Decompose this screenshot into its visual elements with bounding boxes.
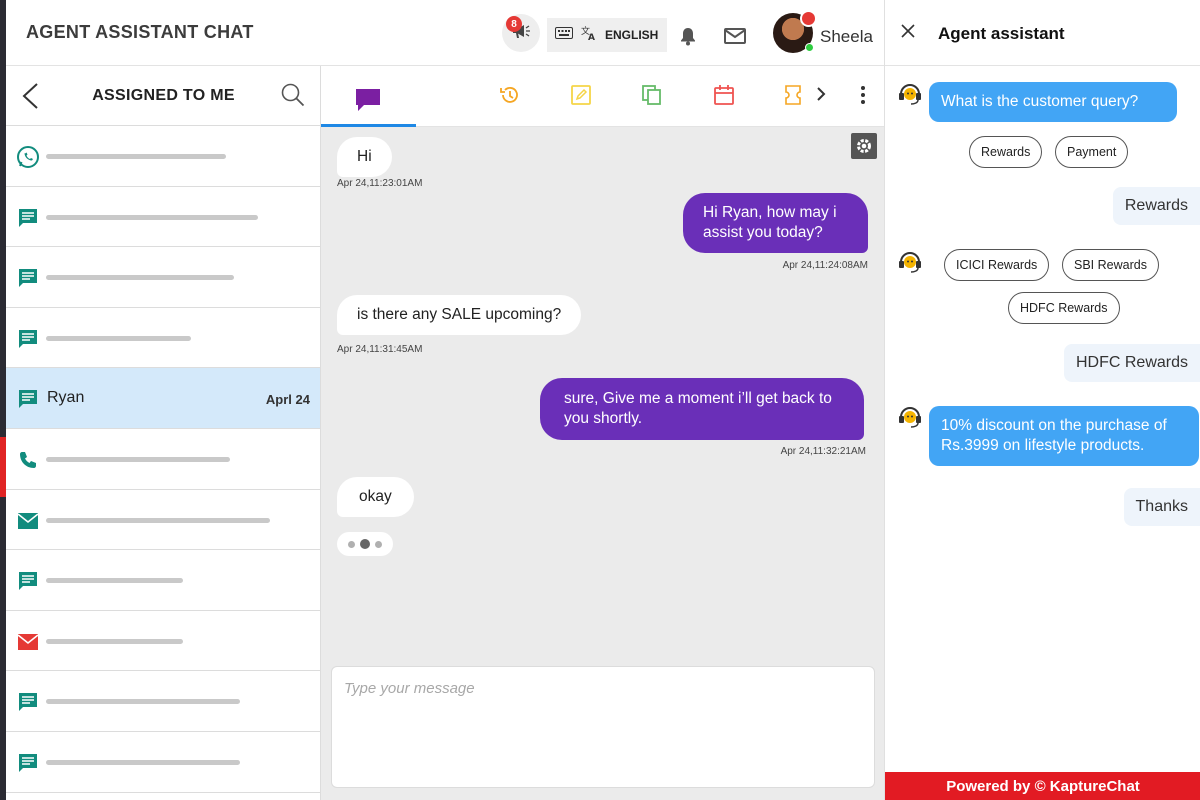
calendar-icon[interactable]: [713, 84, 735, 111]
outgoing-message: Hi Ryan, how may i assist you today?: [683, 193, 868, 253]
assistant-message: 10% discount on the purchase of Rs.3999 …: [929, 406, 1199, 466]
incoming-message: okay: [337, 477, 414, 517]
message-timestamp: Apr 24,11:32:21AM: [780, 446, 866, 457]
bell-icon[interactable]: [679, 26, 697, 51]
list-item[interactable]: [6, 490, 320, 551]
chat-icon: [16, 266, 40, 290]
assistant-title: Agent assistant: [938, 24, 1065, 43]
whatsapp-icon: [16, 145, 40, 169]
translate-icon: 文A: [581, 25, 597, 46]
conversation-preview-placeholder: [46, 578, 183, 584]
gear-icon[interactable]: [851, 133, 877, 159]
close-icon[interactable]: [901, 24, 915, 43]
mail-icon: [16, 630, 40, 654]
assistant-message: What is the customer query?: [929, 82, 1177, 122]
announcement-button[interactable]: 8: [502, 14, 540, 52]
chat-icon: [16, 206, 40, 230]
conversation-preview-placeholder: [46, 456, 230, 462]
chat-icon: [16, 569, 40, 593]
assistant-header: Agent assistant: [885, 0, 1200, 66]
history-icon[interactable]: [499, 84, 521, 111]
edit-note-icon[interactable]: [570, 84, 592, 111]
message-composer[interactable]: [331, 666, 875, 788]
reply-chip[interactable]: HDFC Rewards: [1008, 292, 1120, 324]
list-item[interactable]: [6, 550, 320, 611]
phone-icon: [16, 448, 40, 472]
list-item-active[interactable]: Ryan Aprl 24: [6, 368, 320, 429]
user-reply: HDFC Rewards: [1063, 344, 1200, 382]
more-vertical-icon[interactable]: [860, 85, 866, 110]
message-timestamp: Apr 24,11:31:45AM: [337, 344, 423, 355]
outgoing-message: sure, Give me a moment i’ll get back to …: [540, 378, 864, 440]
language-label: ENGLISH: [605, 28, 659, 42]
message-timestamp: Apr 24,11:23:01AM: [337, 178, 423, 189]
conversation-list: Ryan Aprl 24: [6, 126, 320, 793]
list-item[interactable]: [6, 126, 320, 187]
conversation-name: Ryan: [47, 389, 85, 407]
chat-icon: [16, 751, 40, 775]
mail-icon: [16, 509, 40, 533]
conversation-preview-placeholder: [46, 759, 240, 765]
list-item[interactable]: [6, 308, 320, 369]
app-title: AGENT ASSISTANT CHAT: [26, 22, 254, 42]
typing-indicator: [337, 532, 393, 556]
sidebar-header: ASSIGNED TO ME: [6, 66, 320, 126]
envelope-icon[interactable]: [724, 28, 746, 49]
chat-panel: Hi Apr 24,11:23:01AM Hi Ryan, how may i …: [321, 66, 884, 800]
bot-headset-icon: [897, 82, 923, 106]
conversation-preview-placeholder: [46, 335, 191, 341]
conversation-preview-placeholder: [46, 638, 183, 644]
reply-chip[interactable]: ICICI Rewards: [944, 249, 1050, 281]
online-status-dot: [805, 43, 814, 52]
incoming-message: is there any SALE upcoming?: [337, 295, 582, 335]
conversation-date: Aprl 24: [265, 392, 310, 408]
avatar[interactable]: [773, 10, 817, 53]
powered-by-footer: Powered by © KaptureChat: [885, 772, 1200, 800]
reply-chip[interactable]: SBI Rewards: [1062, 249, 1159, 281]
conversation-sidebar: ASSIGNED TO ME Ryan Aprl 24: [6, 66, 321, 800]
search-icon[interactable]: [280, 82, 306, 113]
avatar-badge: [800, 10, 817, 27]
conversation-preview-placeholder: [46, 214, 258, 220]
agent-assistant-panel: Agent assistant What is the customer que…: [884, 0, 1200, 800]
sidebar-title: ASSIGNED TO ME: [92, 87, 235, 104]
incoming-message: Hi: [337, 137, 392, 177]
user-reply: Rewards: [1112, 187, 1200, 225]
list-item[interactable]: [6, 187, 320, 248]
keyboard-icon: [555, 26, 573, 44]
chat-toolbar: [321, 66, 884, 127]
message-input[interactable]: [344, 677, 864, 699]
chat-icon: [16, 327, 40, 351]
list-item[interactable]: [6, 429, 320, 490]
chat-icon: [16, 690, 40, 714]
notification-badge: 8: [506, 16, 522, 32]
conversation-preview-placeholder: [46, 275, 234, 281]
active-tab-indicator: [321, 124, 416, 127]
app-window: AGENT ASSISTANT CHAT 8 文A ENGLISH Sheela…: [0, 0, 1200, 800]
ticket-icon[interactable]: [784, 84, 802, 111]
reply-chip[interactable]: Rewards: [969, 136, 1043, 168]
message-timestamp: Apr 24,11:24:08AM: [782, 260, 868, 271]
conversation-preview-placeholder: [46, 154, 226, 159]
top-header: AGENT ASSISTANT CHAT 8 文A ENGLISH Sheela: [6, 0, 884, 66]
list-item[interactable]: [6, 732, 320, 793]
list-item[interactable]: [6, 611, 320, 672]
chevron-right-icon[interactable]: [815, 86, 827, 107]
reply-chip[interactable]: Payment: [1055, 136, 1129, 168]
language-selector[interactable]: 文A ENGLISH: [547, 18, 667, 52]
list-item[interactable]: [6, 247, 320, 308]
chat-bubble-icon[interactable]: [355, 88, 381, 117]
copy-icon[interactable]: [641, 84, 663, 111]
conversation-preview-placeholder: [46, 699, 240, 705]
user-reply: Thanks: [1123, 488, 1200, 526]
svg-text:A: A: [588, 33, 595, 41]
bot-headset-icon: [897, 405, 923, 429]
list-item[interactable]: [6, 671, 320, 732]
conversation-preview-placeholder: [46, 517, 270, 523]
bot-headset-icon: [897, 250, 923, 274]
chat-icon: [16, 387, 40, 411]
user-name[interactable]: Sheela: [820, 27, 873, 47]
